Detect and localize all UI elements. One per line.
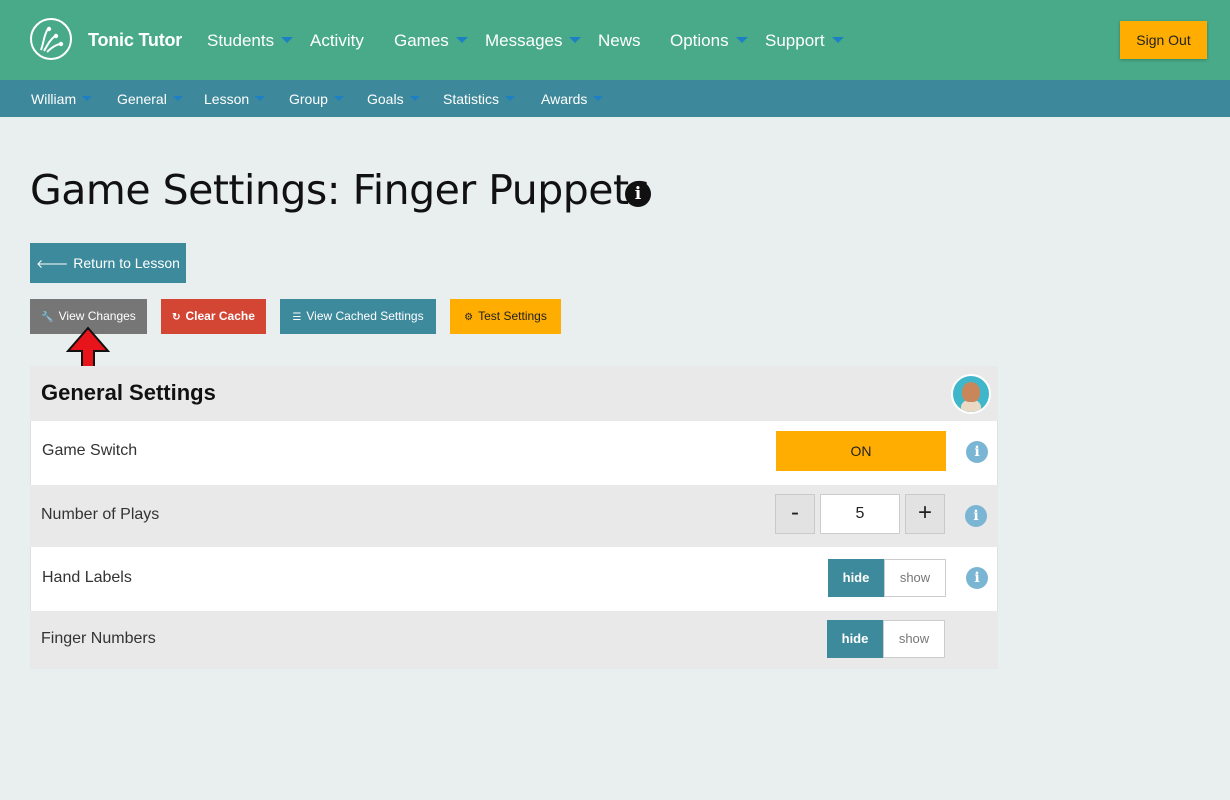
chevron-down-icon (333, 96, 344, 101)
chevron-down-icon (505, 96, 516, 101)
show-toggle-button[interactable]: show (884, 559, 946, 597)
subnav-general[interactable]: General (117, 91, 183, 107)
nav-options-label: Options (670, 31, 729, 50)
gear-icon: ⚙ (464, 312, 474, 323)
return-to-lesson-label: Return to Lesson (73, 255, 180, 271)
game-switch-toggle[interactable]: ON (776, 431, 946, 471)
info-icon[interactable]: i (966, 567, 988, 589)
subnav-statistics[interactable]: Statistics (443, 91, 516, 107)
nav-support-label: Support (765, 31, 825, 50)
view-changes-label: View Changes (58, 309, 136, 323)
chevron-down-icon (255, 96, 266, 101)
clear-cache-button[interactable]: ↻ Clear Cache (161, 299, 266, 334)
nav-support[interactable]: Support (765, 31, 844, 51)
chevron-down-icon (569, 37, 582, 43)
nav-games[interactable]: Games (394, 31, 468, 51)
setting-row-game-switch: Game Switch ON i (30, 421, 998, 485)
subnav-lesson-label: Lesson (204, 91, 250, 107)
hide-toggle-button[interactable]: hide (828, 559, 884, 597)
subnav-william[interactable]: William (31, 91, 93, 107)
refresh-icon: ↻ (172, 312, 181, 323)
info-icon[interactable]: i (966, 441, 988, 463)
subnav-goals-label: Goals (367, 91, 404, 107)
panel-header: General Settings (30, 366, 998, 421)
test-settings-label: Test Settings (478, 309, 547, 323)
increment-button[interactable]: + (905, 494, 945, 534)
view-cached-settings-label: View Cached Settings (306, 309, 424, 323)
chevron-down-icon (455, 37, 468, 43)
subnav-group-label: Group (289, 91, 328, 107)
clear-cache-label: Clear Cache (185, 309, 255, 323)
sub-navbar: William General Lesson Group Goals Stati… (0, 80, 1230, 117)
nav-activity[interactable]: Activity (310, 31, 364, 51)
setting-label: Hand Labels (42, 569, 132, 586)
page-title: Game Settings: Finger Puppets (30, 166, 650, 214)
avatar-body (961, 400, 981, 412)
subnav-goals[interactable]: Goals (367, 91, 420, 107)
nav-students[interactable]: Students (207, 31, 294, 51)
subnav-william-label: William (31, 91, 77, 107)
nav-messages[interactable]: Messages (485, 31, 582, 51)
subnav-group[interactable]: Group (289, 91, 344, 107)
tonic-tutor-logo-icon[interactable] (30, 18, 72, 60)
nav-options[interactable]: Options (670, 31, 748, 51)
setting-row-hand-labels: Hand Labels hide show i (30, 547, 998, 611)
setting-row-finger-numbers: Finger Numbers hide show (30, 611, 998, 669)
setting-row-number-of-plays: Number of Plays - 5 + i (30, 485, 998, 547)
nav-news[interactable]: News (598, 31, 641, 51)
arrow-left-icon: 🡐 (36, 257, 69, 271)
general-settings-panel: General Settings Game Switch ON i Number… (30, 366, 998, 669)
panel-title: General Settings (41, 380, 216, 405)
top-navbar: Tonic Tutor Students Activity Games Mess… (0, 0, 1230, 80)
chevron-down-icon (172, 96, 183, 101)
nav-activity-label: Activity (310, 31, 364, 50)
subnav-awards-label: Awards (541, 91, 588, 107)
subnav-awards[interactable]: Awards (541, 91, 604, 107)
setting-label: Game Switch (42, 442, 138, 459)
chevron-down-icon (593, 96, 604, 101)
info-icon[interactable]: i (965, 505, 987, 527)
nav-news-label: News (598, 31, 641, 50)
decrement-button[interactable]: - (775, 494, 815, 534)
sign-out-button[interactable]: Sign Out (1120, 21, 1207, 59)
number-of-plays-input[interactable]: 5 (820, 494, 900, 534)
info-icon[interactable]: i (625, 181, 651, 207)
chevron-down-icon (831, 37, 844, 43)
nav-students-label: Students (207, 31, 275, 50)
view-cached-settings-button[interactable]: ☰ View Cached Settings (280, 299, 436, 334)
subnav-statistics-label: Statistics (443, 91, 500, 107)
show-toggle-button[interactable]: show (883, 620, 945, 658)
nav-games-label: Games (394, 31, 449, 50)
subnav-general-label: General (117, 91, 167, 107)
setting-label: Number of Plays (41, 506, 160, 523)
test-settings-button[interactable]: ⚙ Test Settings (450, 299, 561, 334)
avatar-face (962, 382, 980, 402)
wrench-icon: 🔧 (41, 312, 54, 323)
chevron-down-icon (735, 37, 748, 43)
setting-label: Finger Numbers (41, 630, 156, 647)
chevron-down-icon (281, 37, 294, 43)
chevron-down-icon (82, 96, 93, 101)
hide-toggle-button[interactable]: hide (827, 620, 883, 658)
subnav-lesson[interactable]: Lesson (204, 91, 266, 107)
return-to-lesson-button[interactable]: 🡐 Return to Lesson (30, 243, 186, 283)
list-icon: ☰ (292, 312, 302, 323)
nav-messages-label: Messages (485, 31, 563, 50)
avatar[interactable] (951, 374, 991, 414)
brand-name[interactable]: Tonic Tutor (88, 30, 182, 51)
chevron-down-icon (409, 96, 420, 101)
